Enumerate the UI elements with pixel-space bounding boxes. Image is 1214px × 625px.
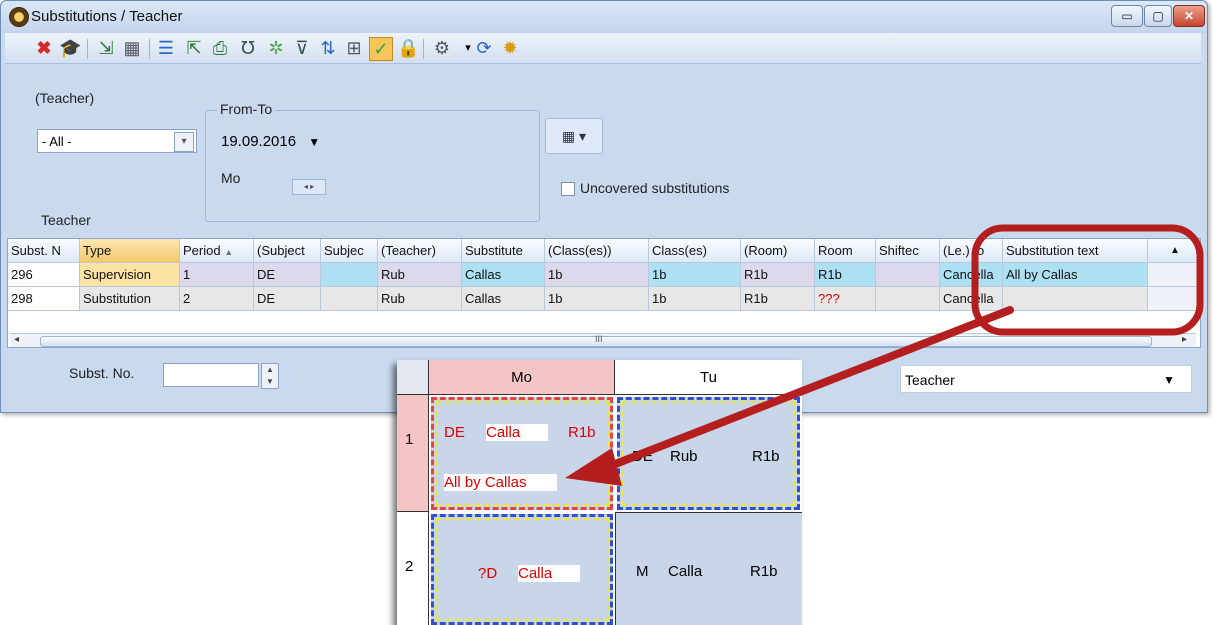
annotation-overlay — [565, 224, 1204, 486]
annotation-arrow-head — [565, 448, 622, 486]
annotation-arrow-shaft — [601, 306, 1014, 472]
highlight-ellipse — [971, 224, 1204, 336]
